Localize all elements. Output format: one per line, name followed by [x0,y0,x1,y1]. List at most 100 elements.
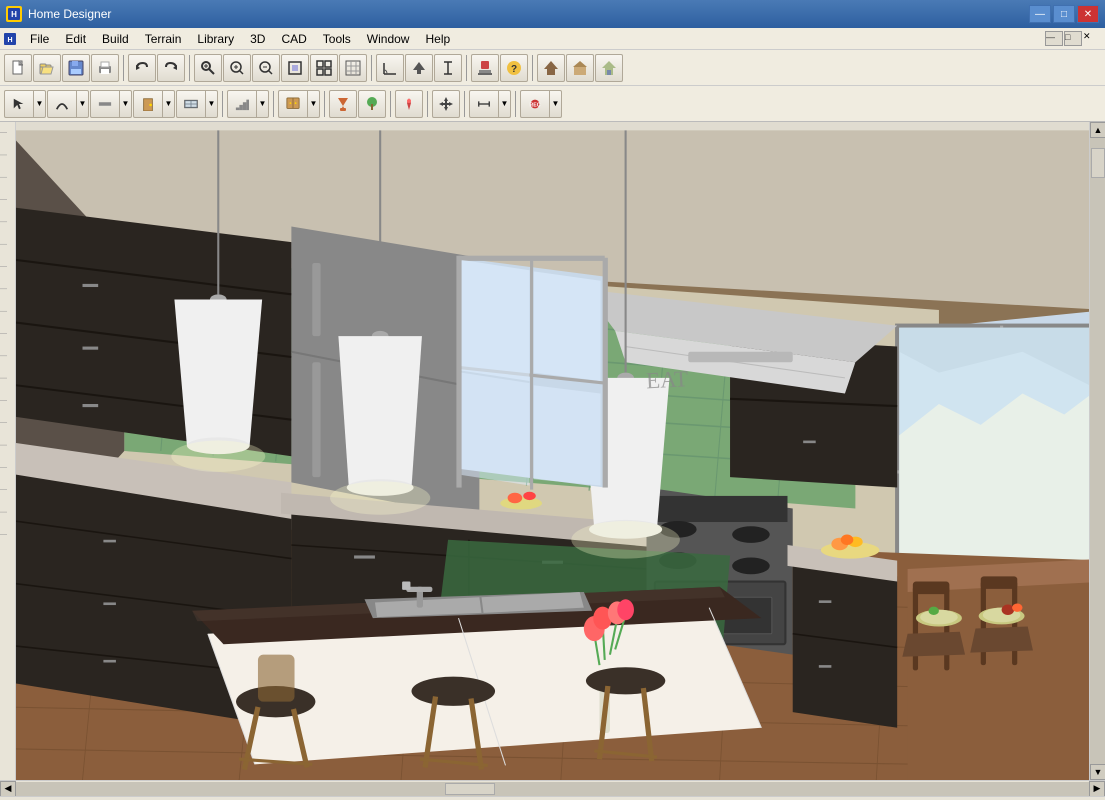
paint-button[interactable] [329,90,357,118]
toolbar1: ? [0,50,1105,86]
fit-page-button[interactable] [281,54,309,82]
grid-button[interactable] [339,54,367,82]
maximize-button[interactable]: □ [1053,5,1075,23]
stair-main [228,95,256,113]
menu-cad[interactable]: CAD [273,28,314,49]
measure-button[interactable] [434,54,462,82]
kitchen-render: EAT [16,122,1089,780]
arc-main [48,95,76,113]
sep2 [189,55,190,81]
stair-arrow: ▼ [256,91,268,117]
window-dropdown[interactable]: ▼ [176,90,218,118]
stair-dropdown[interactable]: ▼ [227,90,269,118]
record-arrow: ▼ [549,91,561,117]
main-area: │ │ │ │ │ │ │ │ │ │ │ │ │ │ │ │ │ │ │ [0,122,1105,780]
sep-t2-6 [464,91,465,117]
sep1 [123,55,124,81]
bottom-scrollbar[interactable]: ◀ ▶ [0,780,1105,796]
door-main [134,95,162,113]
roof1-button[interactable] [537,54,565,82]
angle-button[interactable] [376,54,404,82]
stamp-button[interactable] [471,54,499,82]
close-button[interactable]: ✕ [1077,5,1099,23]
open-file-button[interactable] [33,54,61,82]
record-dropdown[interactable]: REC ▼ [520,90,562,118]
sep4 [466,55,467,81]
save-button[interactable] [62,54,90,82]
menu-bar: H File Edit Build Terrain Library 3D CAD… [0,28,1105,50]
svg-text:REC: REC [529,102,540,108]
menu-terrain[interactable]: Terrain [137,28,190,49]
redo-button[interactable] [157,54,185,82]
sep5 [532,55,533,81]
new-file-button[interactable] [4,54,32,82]
window-main [177,95,205,113]
scroll-down-button[interactable]: ▼ [1090,764,1105,780]
dimension-arrow: ▼ [498,91,510,117]
bottom-area: ◀ ▶ [0,780,1105,800]
window-title: Home Designer [28,7,1029,21]
scroll-right-button[interactable]: ▶ [1089,781,1105,797]
menu-build[interactable]: Build [94,28,137,49]
select-arrow: ▼ [33,91,45,117]
dimension-dropdown[interactable]: ▼ [469,90,511,118]
wall-dropdown[interactable]: ▼ [90,90,132,118]
status-bar [0,796,1105,800]
svg-text:H: H [11,10,17,19]
left-ruler: │ │ │ │ │ │ │ │ │ │ │ │ │ │ │ │ │ │ │ [0,122,16,780]
minimize-button[interactable]: — [1029,5,1051,23]
menu-file[interactable]: File [22,28,57,49]
print-button[interactable] [91,54,119,82]
inner-max-btn[interactable]: □ [1064,31,1082,46]
sep3 [371,55,372,81]
arc-arrow: ▼ [76,91,88,117]
dimension-main [470,95,498,113]
door-arrow: ▼ [162,91,174,117]
inner-min-btn[interactable]: — [1045,31,1063,46]
inner-close-btn[interactable]: ✕ [1083,31,1101,46]
menu-window[interactable]: Window [359,28,418,49]
undo-button[interactable] [128,54,156,82]
arc-dropdown[interactable]: ▼ [47,90,89,118]
zoom-in-button[interactable] [223,54,251,82]
toolbar2: ▼ ▼ ▼ ▼ ▼ ▼ ▼ [0,86,1105,122]
app-icon: H [6,6,22,22]
help-button[interactable]: ? [500,54,528,82]
zoom-out-button[interactable] [252,54,280,82]
wall-arrow: ▼ [119,91,131,117]
sep-t2-1 [222,91,223,117]
sep-t2-3 [324,91,325,117]
cabinet-main [279,95,307,113]
move-button[interactable] [432,90,460,118]
menu-edit[interactable]: Edit [57,28,94,49]
sep-t2-2 [273,91,274,117]
sep-t2-5 [427,91,428,117]
landscape-button[interactable] [358,90,386,118]
menu-app-icon: H [3,32,17,46]
cabinet-arrow: ▼ [307,91,319,117]
house-button[interactable] [595,54,623,82]
menu-library[interactable]: Library [189,28,242,49]
svg-text:?: ? [511,64,517,75]
select-dropdown[interactable]: ▼ [4,90,46,118]
cabinet-dropdown[interactable]: ▼ [278,90,320,118]
scroll-left-button[interactable]: ◀ [0,781,16,797]
sep-t2-4 [390,91,391,117]
record-main: REC [521,95,549,113]
menu-tools[interactable]: Tools [315,28,359,49]
window-arrow: ▼ [205,91,217,117]
pin-button[interactable] [395,90,423,118]
door-dropdown[interactable]: ▼ [133,90,175,118]
scroll-up-button[interactable]: ▲ [1090,122,1105,138]
right-scrollbar[interactable]: ▲ ▼ [1089,122,1105,780]
arrow-up-button[interactable] [405,54,433,82]
wall-main [91,95,119,113]
viewport: EAT [16,122,1089,780]
svg-text:H: H [7,37,12,44]
fit-all-button[interactable] [310,54,338,82]
roof2-button[interactable] [566,54,594,82]
menu-3d[interactable]: 3D [242,28,273,49]
sep-t2-7 [515,91,516,117]
menu-help[interactable]: Help [417,28,458,49]
zoom-glass-button[interactable] [194,54,222,82]
